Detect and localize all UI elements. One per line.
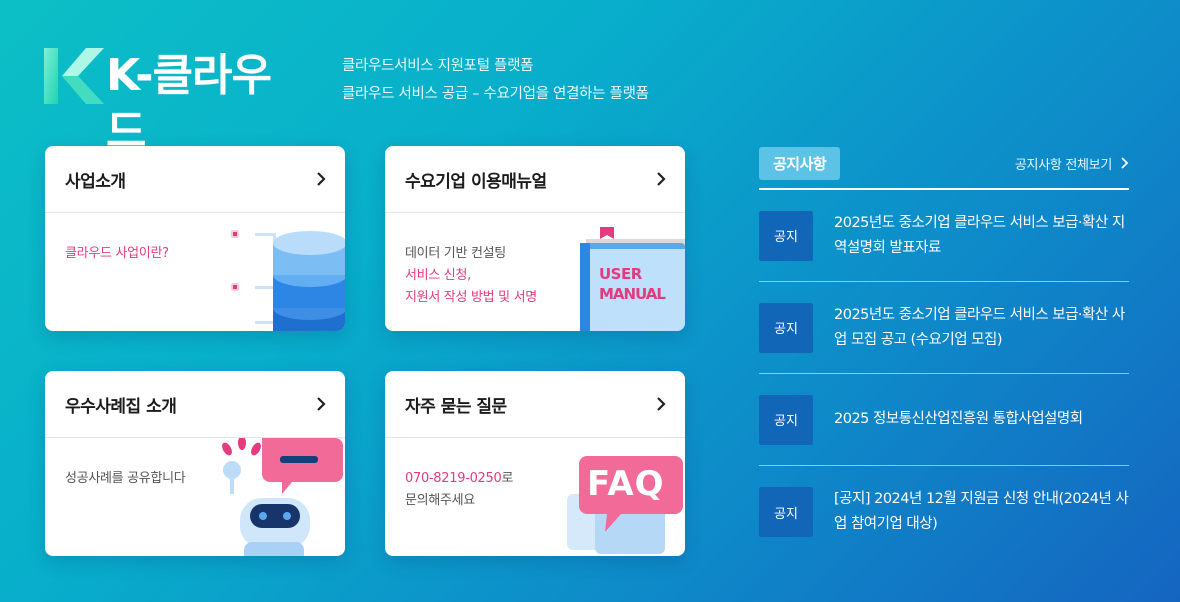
notice-item[interactable]: 공지 [공지] 2024년 12월 지원금 신청 안내(2024년 사업 참여기… [759, 466, 1129, 558]
faq-text: FAQ [587, 464, 665, 504]
tagline-line-2: 클라우드 서비스 공급 – 수요기업을 연결하는 플랫폼 [342, 86, 649, 102]
robot-chat-illustration-icon [222, 438, 343, 556]
card-header: 사업소개 [45, 146, 345, 213]
card-title: 자주 묻는 질문 [405, 396, 507, 417]
card-business-intro[interactable]: 사업소개 클라우드 사업이란? [45, 146, 345, 331]
notice-tag: 공지 [759, 210, 813, 261]
phone-number[interactable]: 070-8219-0250 [405, 471, 502, 486]
tagline-line-1: 클라우드서비스 지원포털 플랫폼 [342, 58, 534, 74]
card-header: 우수사례집 소개 [45, 371, 345, 438]
card-header: 자주 묻는 질문 [385, 371, 685, 438]
notice-title[interactable]: [공지] 2024년 12월 지원금 신청 안내(2024년 사업 참여기업 대… [834, 487, 1129, 537]
chevron-right-icon [657, 172, 666, 186]
notice-item[interactable]: 공지 2025년도 중소기업 클라우드 서비스 보급·확산 지역설명회 발표자료 [759, 190, 1129, 282]
chevron-right-icon [657, 397, 666, 411]
notice-header: 공지사항 공지사항 전체보기 [759, 146, 1129, 190]
chevron-right-icon [317, 397, 326, 411]
card-faq[interactable]: 자주 묻는 질문 070-8219-0250로 문의해주세요 FAQ [385, 371, 685, 556]
chevron-right-icon [1121, 157, 1129, 169]
notice-view-all-label: 공지사항 전체보기 [1014, 157, 1112, 173]
notice-view-all-link[interactable]: 공지사항 전체보기 [1015, 154, 1129, 173]
manual-title-line-1: USER [599, 265, 642, 283]
tagline: 클라우드서비스 지원포털 플랫폼 클라우드 서비스 공급 – 수요기업을 연결하… [342, 52, 649, 108]
notice-tag: 공지 [759, 394, 813, 445]
logo-text: K-클라우드 [106, 50, 272, 157]
chevron-right-icon [317, 172, 326, 186]
notice-panel: 공지사항 공지사항 전체보기 공지 2025년도 중소기업 클라우드 서비스 보… [759, 146, 1129, 558]
notice-tag: 공지 [759, 487, 813, 537]
card-header: 수요기업 이용매뉴얼 [385, 146, 685, 213]
notice-title[interactable]: 2025년도 중소기업 클라우드 서비스 보급·확산 지역설명회 발표자료 [834, 211, 1129, 261]
database-illustration-icon [231, 230, 345, 331]
notice-item[interactable]: 공지 2025 정보통신산업진흥원 통합사업설명회 [759, 374, 1129, 466]
card-title: 수요기업 이용매뉴얼 [405, 171, 547, 192]
notice-title[interactable]: 2025년도 중소기업 클라우드 서비스 보급·확산 사업 모집 공고 (수요기… [834, 303, 1129, 353]
k-cloud-logo[interactable]: K-클라우드 [44, 46, 304, 157]
faq-bubble-icon: FAQ [565, 456, 685, 556]
notice-item[interactable]: 공지 2025년도 중소기업 클라우드 서비스 보급·확산 사업 모집 공고 (… [759, 282, 1129, 374]
card-title: 우수사례집 소개 [65, 396, 177, 417]
notice-badge: 공지사항 [759, 146, 841, 180]
user-manual-book-icon: USER MANUAL [580, 227, 685, 331]
phone-suffix: 로 [501, 471, 514, 486]
notice-tag: 공지 [759, 302, 813, 353]
manual-title-line-2: MANUAL [599, 285, 666, 303]
card-success-cases[interactable]: 우수사례집 소개 성공사례를 공유합니다 [45, 371, 345, 556]
card-title: 사업소개 [65, 171, 126, 192]
notice-title[interactable]: 2025 정보통신산업진흥원 통합사업설명회 [834, 407, 1083, 432]
card-user-manual[interactable]: 수요기업 이용매뉴얼 데이터 기반 컨설팅 서비스 신청, 지원서 작성 방법 … [385, 146, 685, 331]
